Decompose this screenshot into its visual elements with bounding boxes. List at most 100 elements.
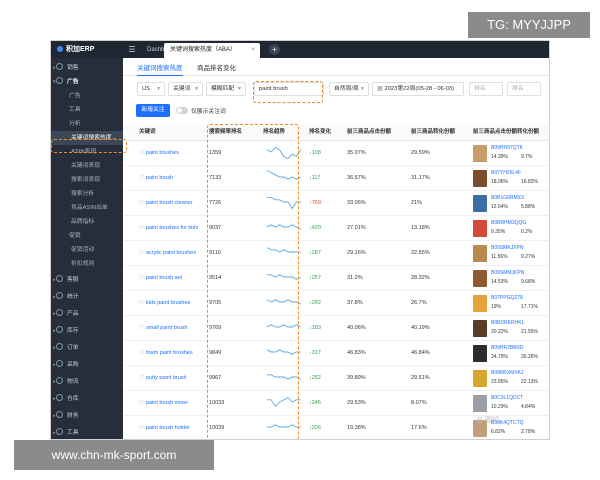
heart-icon[interactable]: ♡ — [139, 200, 144, 206]
keyword-link[interactable]: paint brush cleaner — [146, 200, 193, 206]
heart-icon[interactable]: ♡ — [139, 250, 144, 256]
product-thumbnail[interactable] — [473, 195, 487, 212]
product-thumbnail[interactable] — [473, 145, 487, 162]
asin-link[interactable]: B09SMKJXPN — [491, 245, 524, 252]
product-thumbnail[interactable] — [473, 220, 487, 237]
sidebar-item-14[interactable]: 折扣规则 — [51, 257, 123, 271]
sidebar-item-1[interactable]: ▾ 广告 — [51, 75, 123, 89]
keyword-cell[interactable]: ♡ paint brush — [139, 166, 205, 191]
heart-icon[interactable]: ♡ — [139, 350, 144, 356]
add-follow-button[interactable]: 新增关注 — [136, 104, 170, 117]
heart-icon[interactable]: ♡ — [139, 225, 144, 231]
only-followed-toggle[interactable] — [176, 107, 188, 114]
match-mode-select[interactable]: 模糊匹配 ▼ — [206, 82, 246, 96]
sidebar-item-21[interactable]: ▸ 物流 — [51, 375, 123, 389]
product-thumbnail[interactable] — [473, 395, 487, 412]
close-icon[interactable]: × — [251, 43, 255, 58]
heart-icon[interactable]: ♡ — [139, 300, 144, 306]
keyword-link[interactable]: paint brushes — [146, 150, 179, 156]
keyword-link[interactable]: acrylic paint brushes — [146, 250, 196, 256]
sidebar-item-9[interactable]: 搜索分析 — [51, 187, 123, 201]
sidebar-item-11[interactable]: 品牌指标 — [51, 215, 123, 229]
heart-icon[interactable]: ♡ — [139, 375, 144, 381]
keyword-link[interactable]: paint brush mixer — [146, 400, 188, 406]
asin-link[interactable]: B0C3L1QDCT — [491, 395, 523, 402]
sidebar-item-12[interactable]: 促销 — [51, 229, 123, 243]
sidebar-item-16[interactable]: ▸ 统计 — [51, 290, 123, 304]
add-tab-button[interactable]: + — [269, 44, 280, 55]
product-thumbnail[interactable] — [473, 245, 487, 262]
keyword-cell[interactable]: ♡ small paint brush — [139, 316, 205, 341]
sidebar-item-15[interactable]: ▸ 客服 — [51, 273, 123, 287]
sidebar-item-17[interactable]: ▸ 产品 — [51, 307, 123, 321]
sidebar-item-10[interactable]: 竞品ASIN出单 — [51, 201, 123, 215]
tab-rank-change[interactable]: 商品排名变化 — [197, 62, 236, 72]
asin-link[interactable]: B09SMMJKPN — [491, 270, 524, 277]
keyword-cell[interactable]: ♡ paint brush cleaner — [139, 191, 205, 216]
sidebar-item-8[interactable]: 搜索词表现 — [51, 173, 123, 187]
heart-icon[interactable]: ♡ — [139, 150, 144, 156]
sidebar-item-5[interactable]: 关键词搜索热度... — [51, 131, 123, 145]
keyword-link[interactable]: foam paint brushes — [146, 350, 193, 356]
sidebar-item-23[interactable]: ▸ 财务 — [51, 409, 123, 423]
sidebar-item-24[interactable]: ▸ 工具 — [51, 426, 123, 439]
product-thumbnail[interactable] — [473, 295, 487, 312]
date-range-picker[interactable]: ▦ 2023第22周(05-28 - 06-03) — [372, 82, 464, 96]
sidebar-item-3[interactable]: 工具 — [51, 103, 123, 117]
rank-to-input[interactable]: 排名 — [507, 82, 541, 96]
keyword-cell[interactable]: ♡ paint brush holder — [139, 416, 205, 439]
heart-icon[interactable]: ♡ — [139, 325, 144, 331]
asin-link[interactable]: B07PPGQZ78 — [491, 295, 523, 302]
sidebar-item-7[interactable]: 关键词表现 — [51, 159, 123, 173]
keyword-link[interactable]: paint brush holder — [146, 425, 190, 431]
sidebar-item-0[interactable]: ▸ 销售 — [51, 61, 123, 75]
keyword-cell[interactable]: ♡ foam paint brushes — [139, 341, 205, 366]
col-top3-click-share[interactable]: 前三商品点击份额 — [347, 124, 407, 141]
asin-link[interactable]: B09HH97QTK — [491, 145, 523, 152]
sidebar-item-4[interactable]: 分析 — [51, 117, 123, 131]
asin-link[interactable]: B07YH26L4F — [491, 170, 521, 177]
asin-link[interactable]: B0BRHM3QQG — [491, 220, 526, 227]
col-rank-change[interactable]: 排名变化 — [309, 124, 345, 141]
keyword-link[interactable]: paint brush — [146, 175, 173, 181]
sidebar-item-18[interactable]: ▸ 库存 — [51, 324, 123, 338]
asin-link[interactable]: B08M5XMXKJ — [491, 370, 524, 377]
col-search-rank[interactable]: 搜索频率排名 — [209, 124, 259, 141]
keyword-link[interactable]: paint brush set — [146, 275, 182, 281]
keyword-cell[interactable]: ♡ paint brushes for kids — [139, 216, 205, 241]
rank-from-input[interactable]: 排名 — [469, 82, 503, 96]
keyword-cell[interactable]: ♡ kids paint brushes — [139, 291, 205, 316]
product-thumbnail[interactable] — [473, 320, 487, 337]
keyword-cell[interactable]: ♡ paint brush set — [139, 266, 205, 291]
heart-icon[interactable]: ♡ — [139, 425, 144, 431]
col-keyword[interactable]: 关键词 — [139, 124, 203, 141]
asin-link[interactable]: B0B1G6RMXX — [491, 195, 524, 202]
keyword-link[interactable]: paint brushes for kids — [146, 225, 198, 231]
period-select[interactable]: 自然周/周 ▼ — [329, 82, 369, 96]
sidebar-item-22[interactable]: ▸ 仓库 — [51, 392, 123, 406]
tab-keyword-aba[interactable]: 关键词搜索热度（ABA） × — [164, 43, 260, 58]
keyword-link[interactable]: kids paint brushes — [146, 300, 190, 306]
heart-icon[interactable]: ♡ — [139, 175, 144, 181]
keyword-cell[interactable]: ♡ acrylic paint brushes — [139, 241, 205, 266]
heart-icon[interactable]: ♡ — [139, 400, 144, 406]
sidebar-item-20[interactable]: ▸ 采购 — [51, 358, 123, 372]
product-thumbnail[interactable] — [473, 270, 487, 287]
col-top3-conv-share[interactable]: 前三商品转化份额 — [411, 124, 469, 141]
tab-keyword-heat[interactable]: 关键词搜索热度 — [137, 62, 183, 76]
keyword-cell[interactable]: ♡ paint brush mixer — [139, 391, 205, 416]
match-type-select[interactable]: 关键词 ▼ — [168, 82, 203, 96]
sidebar-item-2[interactable]: 广告 — [51, 89, 123, 103]
menu-toggle-icon[interactable]: ☰ — [125, 41, 139, 58]
keyword-cell[interactable]: ♡ putty paint brush — [139, 366, 205, 391]
keyword-link[interactable]: putty paint brush — [146, 375, 187, 381]
product-thumbnail[interactable] — [473, 170, 487, 187]
product-thumbnail[interactable] — [473, 345, 487, 362]
asin-link[interactable]: B0BDRKRHKL — [491, 320, 524, 327]
keyword-cell[interactable]: ♡ paint brushes — [139, 141, 205, 166]
asin-link[interactable]: B09HR2BBXD — [491, 345, 524, 352]
product-thumbnail[interactable] — [473, 370, 487, 387]
heart-icon[interactable]: ♡ — [139, 275, 144, 281]
marketplace-select[interactable]: US ▼ — [137, 82, 165, 96]
sidebar-item-13[interactable]: 促销活动 — [51, 243, 123, 257]
